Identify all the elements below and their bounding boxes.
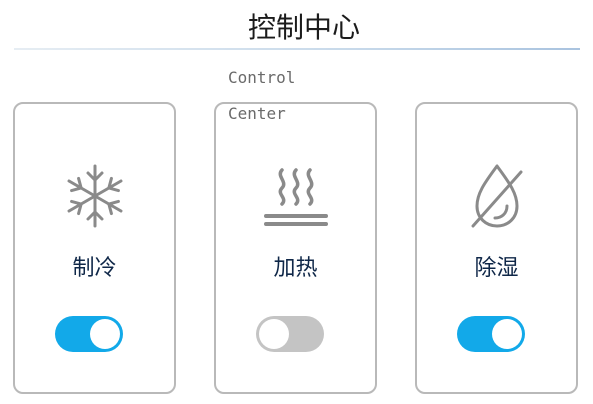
heating-card: 加热 — [214, 102, 377, 394]
dehumidify-toggle[interactable] — [457, 316, 525, 352]
toggle-knob — [259, 319, 289, 349]
heating-toggle[interactable] — [256, 316, 324, 352]
heating-label: 加热 — [273, 256, 318, 281]
page-title: 控制中心 — [247, 11, 360, 44]
dehumidify-card: 除湿 — [415, 102, 578, 394]
cooling-label: 制冷 — [72, 256, 117, 281]
cooling-toggle[interactable] — [55, 316, 123, 352]
cooling-card: 制冷 — [13, 102, 176, 394]
dehumidify-label: 除湿 — [474, 256, 519, 281]
drop-off-icon — [463, 162, 531, 230]
toggle-knob — [90, 319, 120, 349]
title-divider — [14, 48, 580, 50]
snowflake-icon — [61, 162, 129, 230]
toggle-knob — [492, 319, 522, 349]
heat-icon — [262, 162, 330, 230]
